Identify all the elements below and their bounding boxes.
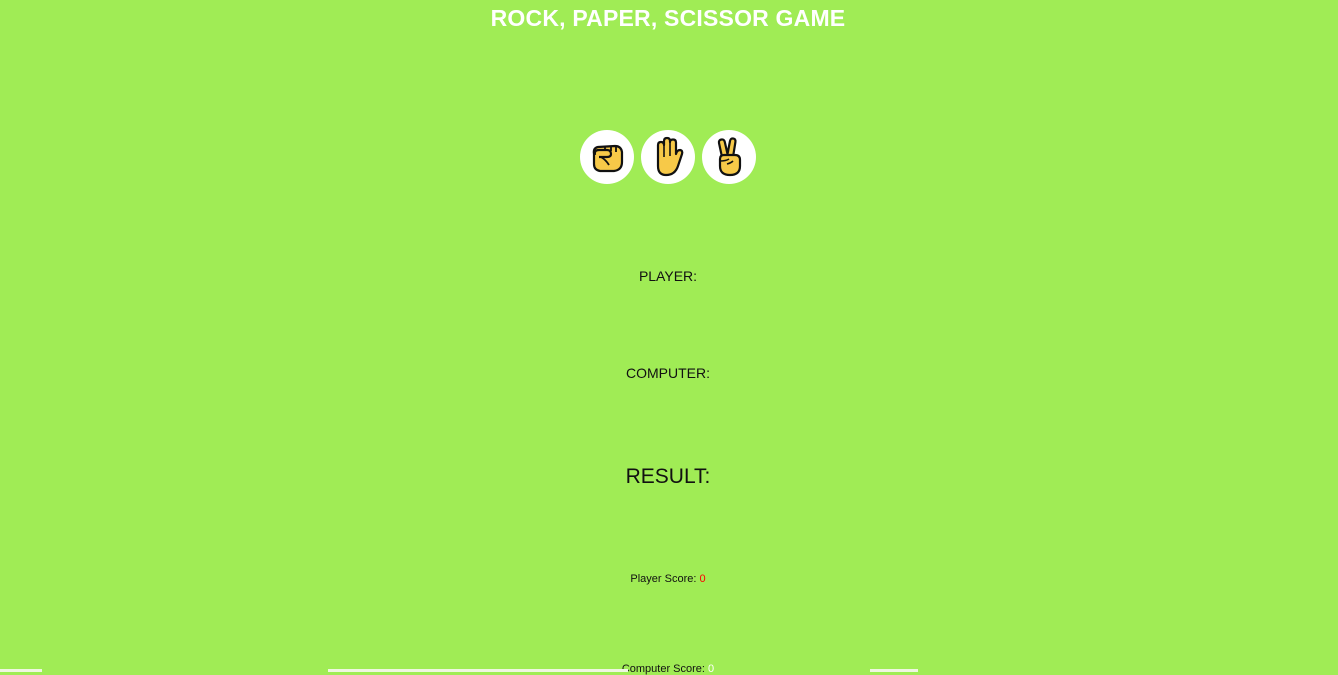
computer-label: COMPUTER: <box>626 365 710 381</box>
player-score-value: 0 <box>699 573 706 585</box>
player-label: PLAYER: <box>638 268 698 284</box>
computer-choice-row: COMPUTER: <box>0 365 1336 381</box>
raised-hand-icon <box>646 135 690 179</box>
result-row: RESULT: <box>0 465 1336 489</box>
choice-buttons <box>0 130 1336 184</box>
player-score-row: Player Score: 0 <box>0 573 1336 585</box>
rock-button[interactable] <box>580 130 634 184</box>
victory-hand-icon <box>707 135 751 179</box>
fist-icon <box>585 135 629 179</box>
paper-button[interactable] <box>641 130 695 184</box>
scissor-button[interactable] <box>702 130 756 184</box>
player-choice-row: PLAYER: <box>0 268 1336 284</box>
game-title: ROCK, PAPER, SCISSOR GAME <box>490 5 846 31</box>
result-label: RESULT: <box>625 465 711 488</box>
player-score-label: Player Score: <box>630 573 697 585</box>
